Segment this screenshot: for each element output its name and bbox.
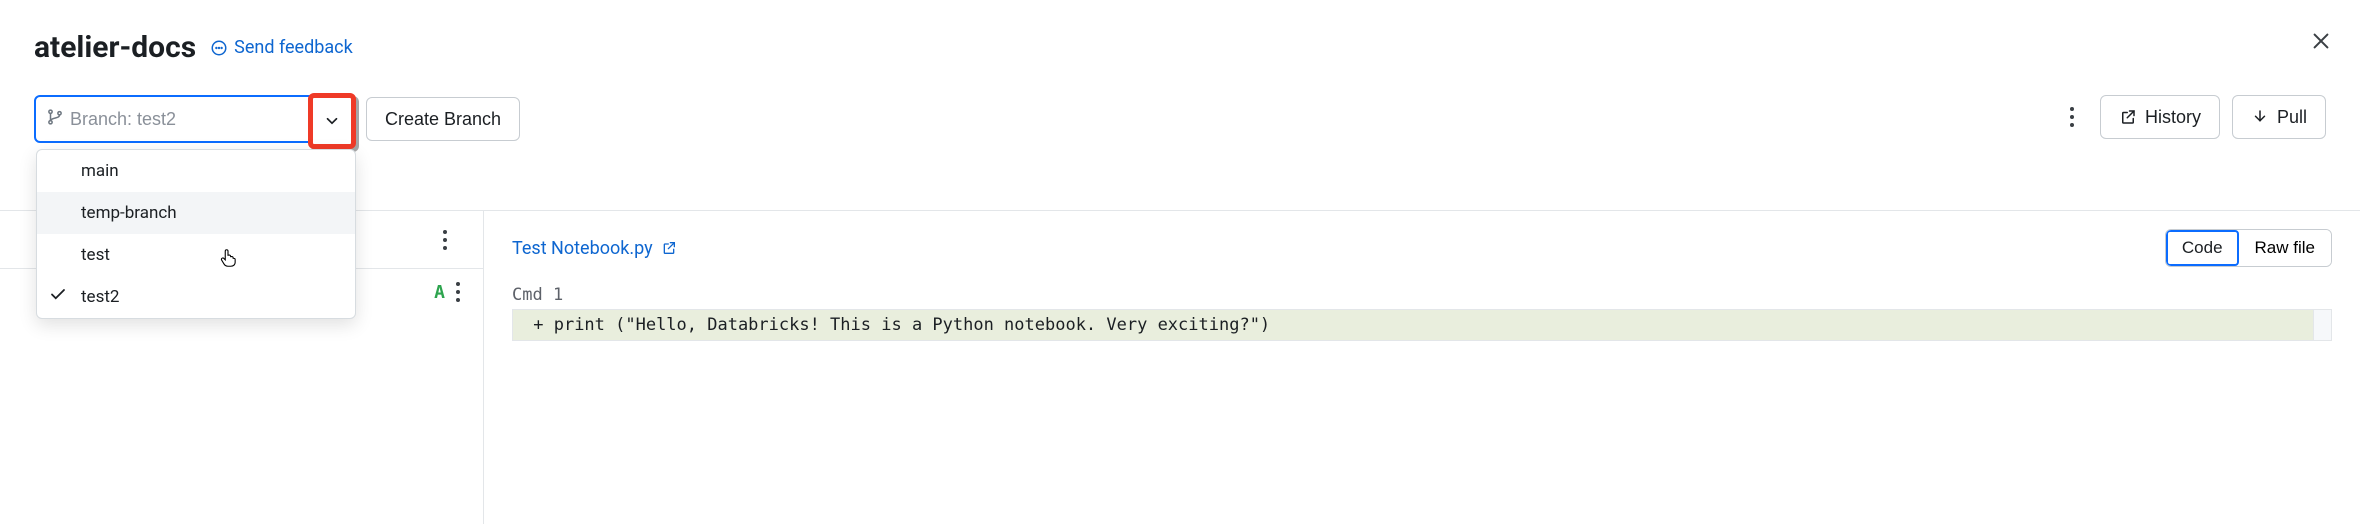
history-button[interactable]: History (2100, 95, 2220, 139)
branch-dropdown: main temp-branch test test2 (36, 149, 356, 319)
diff-marker: + (523, 315, 554, 335)
send-feedback-link[interactable]: Send feedback (210, 37, 353, 58)
history-label: History (2145, 107, 2201, 128)
view-mode-code-label: Code (2182, 238, 2223, 257)
view-mode-raw-label: Raw file (2255, 238, 2315, 257)
external-link-icon (661, 240, 677, 256)
branch-option-temp-branch[interactable]: temp-branch (37, 192, 355, 234)
create-branch-label: Create Branch (385, 109, 501, 130)
branch-option-main[interactable]: main (37, 150, 355, 192)
close-icon (2310, 30, 2332, 52)
branch-picker[interactable]: main temp-branch test test2 (34, 95, 354, 143)
view-mode-code[interactable]: Code (2166, 230, 2239, 266)
git-branch-icon (46, 108, 64, 130)
file-row-more-button[interactable] (455, 270, 461, 314)
pull-button[interactable]: Pull (2232, 95, 2326, 139)
branch-option-label: test2 (81, 287, 119, 307)
diff-code-block: + print ("Hello, Databricks! This is a P… (512, 309, 2332, 341)
open-file-link[interactable]: Test Notebook.py (512, 238, 677, 259)
preview-header: Test Notebook.py Code Raw file (512, 229, 2332, 267)
file-list-more-button[interactable] (429, 218, 461, 262)
kebab-icon (455, 281, 461, 303)
branch-option-test[interactable]: test (37, 234, 355, 276)
create-branch-button[interactable]: Create Branch (366, 97, 520, 141)
view-mode-toggle: Code Raw file (2165, 229, 2332, 267)
dialog-header: atelier-docs Send feedback (34, 30, 2326, 65)
branch-option-test2[interactable]: test2 (37, 276, 355, 318)
external-link-icon (2119, 108, 2137, 126)
pull-label: Pull (2277, 107, 2307, 128)
page-title: atelier-docs (34, 30, 196, 65)
download-arrow-icon (2251, 108, 2269, 126)
check-icon (49, 286, 67, 309)
kebab-icon (2069, 106, 2075, 128)
branch-toolbar: main temp-branch test test2 Create Bra (34, 95, 2326, 143)
more-actions-button[interactable] (2056, 95, 2088, 139)
chevron-down-icon (323, 112, 341, 130)
branch-option-label: main (81, 161, 119, 181)
file-name-label: Test Notebook.py (512, 238, 653, 259)
branch-option-label: test (81, 245, 110, 265)
view-mode-raw[interactable]: Raw file (2239, 230, 2331, 266)
scrollbar-gutter (2313, 310, 2331, 340)
file-status-badge: A (434, 282, 445, 303)
toolbar-right: History Pull (2056, 95, 2326, 139)
branch-dropdown-toggle[interactable] (308, 93, 356, 149)
send-feedback-label: Send feedback (234, 37, 353, 58)
cell-label: Cmd 1 (512, 285, 2332, 305)
diff-added-line: + print ("Hello, Databricks! This is a P… (513, 310, 2331, 340)
close-button[interactable] (2310, 30, 2332, 56)
branch-option-label: temp-branch (81, 203, 177, 223)
kebab-icon (442, 229, 448, 251)
code-text: print ("Hello, Databricks! This is a Pyt… (554, 315, 1270, 335)
preview-column: Test Notebook.py Code Raw file Cmd 1 + p… (484, 211, 2360, 524)
chat-icon (210, 39, 228, 57)
